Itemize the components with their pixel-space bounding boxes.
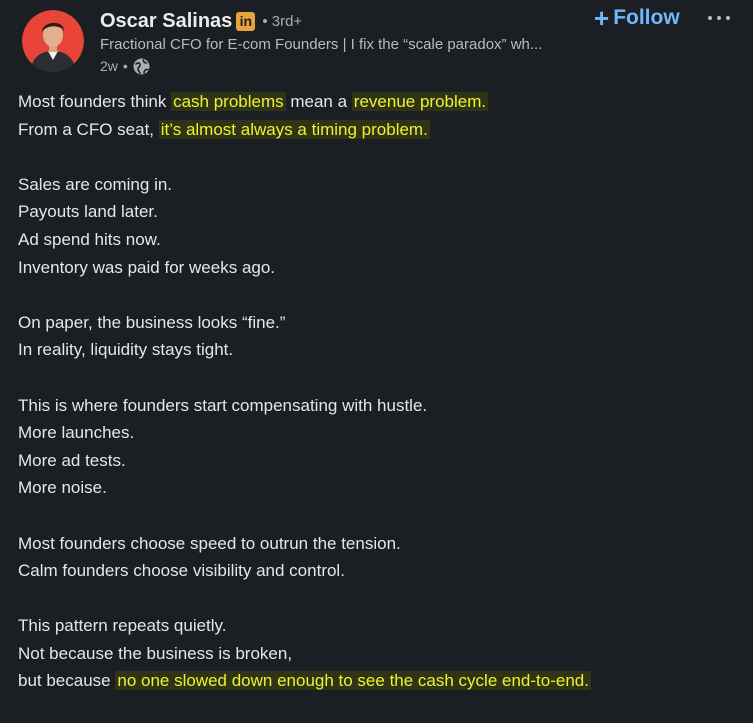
text-segment: mean a [285,92,352,111]
post-paragraph: Most founders choose speed to outrun the… [18,530,738,585]
avatar[interactable] [22,10,84,72]
post-line: More ad tests. [18,450,126,470]
post-line: On paper, the business looks “fine.” [18,312,286,332]
highlighted-text: cash problems [171,92,286,111]
post-line: This is where founders start compensatin… [18,395,428,415]
linkedin-badge-icon: in [236,11,256,31]
post-line: Sales are coming in. [18,174,173,194]
post-paragraph: On paper, the business looks “fine.” In … [18,309,738,364]
follow-label: Follow [613,6,680,29]
post-paragraph: Most founders think cash problems mean a… [18,88,738,143]
post-line: More noise. [18,478,107,498]
globe-icon [133,58,150,74]
more-options-button[interactable] [704,6,734,30]
highlighted-text: revenue problem. [351,92,489,111]
post-line: This pattern repeats quietly. [18,616,227,636]
connection-degree-text: 3rd+ [271,12,303,30]
post-text: Most founders think cash problems mean a… [18,88,738,723]
follow-button[interactable]: + Follow [590,4,684,32]
post-line: Ad spend hits now. [18,229,161,249]
more-horizontal-icon [708,16,730,20]
author-headline[interactable]: Fractional CFO for E-com Founders | I fi… [100,36,578,53]
post-paragraph: Sales are coming in. Payouts land later.… [18,171,738,281]
post-line: In reality, liquidity stays tight. [18,340,234,360]
text-segment: but because [18,671,116,691]
text-segment: From a CFO seat, [18,119,159,139]
post-paragraph: This pattern repeats quietly. Not becaus… [18,612,738,695]
post-line: Most founders think cash problems mean a… [18,88,738,116]
post-line: Most founders choose speed to outrun the… [18,533,401,553]
avatar-photo [22,10,84,72]
author-row: Oscar Salinas in • 3rd+ [100,8,302,34]
plus-icon: + [594,3,610,33]
highlighted-text: it’s almost always a timing problem. [158,119,430,139]
post-time[interactable]: 2w [100,58,118,74]
post-paragraph: This is where founders start compensatin… [18,392,738,502]
post-line: Not because the business is broken, [18,643,293,663]
post-line: Inventory was paid for weeks ago. [18,257,276,277]
author-name[interactable]: Oscar Salinas [100,10,232,33]
post-line: but because no one slowed down enough to… [18,667,738,695]
meta-separator: • [122,58,128,74]
post-line: Payouts land later. [18,202,158,222]
post-line: Calm founders choose visibility and cont… [18,561,345,581]
post-line: More launches. [18,423,135,443]
highlighted-text: no one slowed down enough to see the cas… [115,671,591,691]
post-line: From a CFO seat, it’s almost always a ti… [18,116,738,144]
connection-degree: • 3rd+ [262,12,303,30]
text-segment: Most founders think [18,92,172,111]
post-meta: 2w • [100,57,150,75]
